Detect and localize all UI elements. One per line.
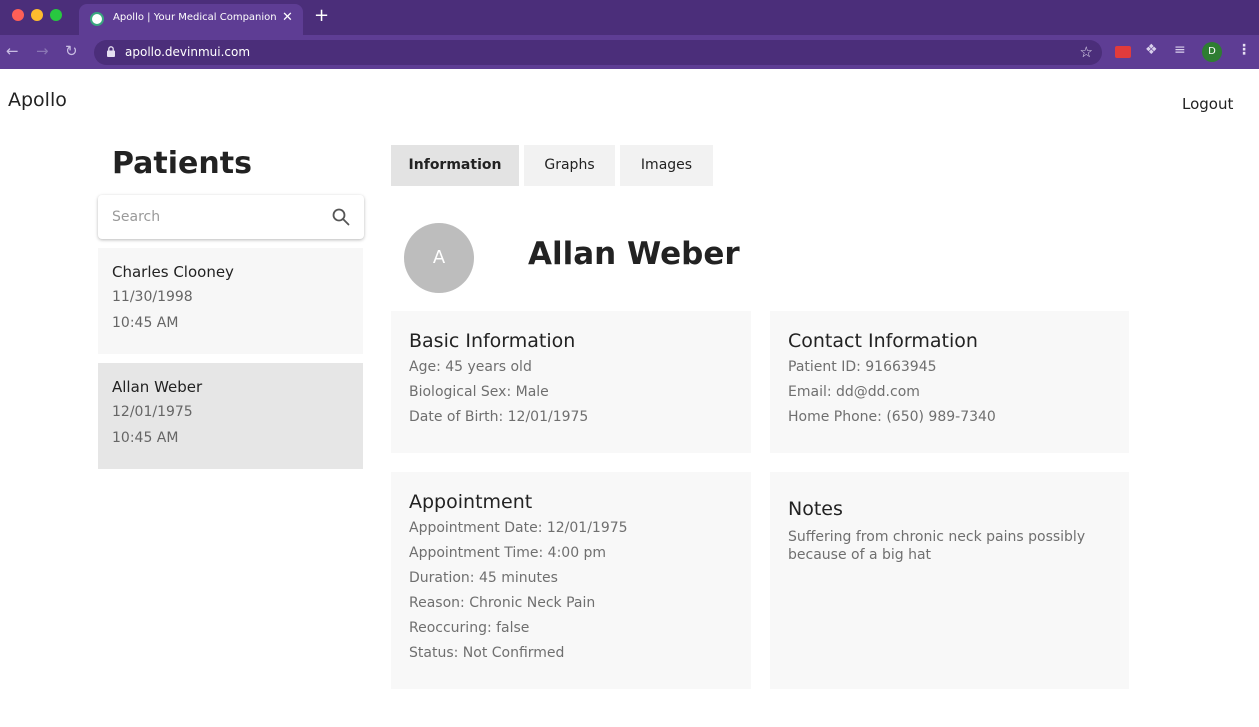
app-brand[interactable]: Apollo (8, 89, 67, 111)
search-icon[interactable] (331, 207, 351, 227)
panel-title: Appointment (409, 491, 533, 513)
tab-graphs[interactable]: Graphs (524, 145, 615, 186)
patient-name-heading: Allan Weber (528, 236, 740, 272)
basic-info-age: Age: 45 years old (409, 359, 532, 375)
appointment-reason: Reason: Chronic Neck Pain (409, 595, 596, 611)
lock-icon (107, 46, 115, 57)
close-tab-icon[interactable]: ✕ (282, 10, 293, 25)
media-control-icon[interactable]: ≡ (1174, 42, 1186, 58)
panel-title: Contact Information (788, 330, 978, 352)
panel-title: Basic Information (409, 330, 576, 352)
maximize-window-button[interactable] (50, 9, 62, 21)
browser-tab-title: Apollo | Your Medical Companion (113, 12, 277, 23)
patient-avatar: A (404, 223, 474, 293)
patient-item-date: 12/01/1975 (112, 404, 193, 420)
favicon-icon (90, 12, 104, 26)
close-window-button[interactable] (12, 9, 24, 21)
notes-panel: Notes Suffering from chronic neck pains … (770, 472, 1129, 689)
patient-list-item[interactable]: Charles Clooney 11/30/1998 10:45 AM (98, 248, 363, 354)
tab-information[interactable]: Information (391, 145, 519, 186)
new-tab-button[interactable]: + (314, 5, 329, 26)
search-box (98, 195, 364, 239)
appointment-panel: Appointment Appointment Date: 12/01/1975… (391, 472, 751, 689)
forward-arrow-icon[interactable]: → (36, 42, 49, 60)
appointment-time: Appointment Time: 4:00 pm (409, 545, 607, 561)
patient-item-date: 11/30/1998 (112, 289, 193, 305)
browser-tab-bar: Apollo | Your Medical Companion ✕ + (0, 0, 1259, 35)
appointment-status: Status: Not Confirmed (409, 645, 565, 661)
browser-tab[interactable]: Apollo | Your Medical Companion ✕ (79, 4, 303, 35)
contact-patient-id: Patient ID: 91663945 (788, 359, 937, 375)
patient-item-time: 10:45 AM (112, 315, 179, 331)
profile-avatar[interactable]: D (1202, 42, 1222, 62)
contact-email: Email: dd@dd.com (788, 384, 920, 400)
patient-item-time: 10:45 AM (112, 430, 179, 446)
contact-home-phone: Home Phone: (650) 989-7340 (788, 409, 996, 425)
address-bar[interactable]: apollo.devinmui.com ☆ (94, 40, 1102, 65)
logout-button[interactable]: Logout (1182, 95, 1233, 113)
basic-information-panel: Basic Information Age: 45 years old Biol… (391, 311, 751, 453)
patient-list-item-selected[interactable]: Allan Weber 12/01/1975 10:45 AM (98, 363, 363, 469)
extensions-puzzle-icon[interactable]: ❖ (1145, 42, 1158, 58)
panel-title: Notes (788, 498, 843, 520)
patient-item-name: Charles Clooney (112, 263, 234, 281)
url-text: apollo.devinmui.com (125, 45, 251, 59)
basic-info-dob: Date of Birth: 12/01/1975 (409, 409, 589, 425)
basic-info-sex: Biological Sex: Male (409, 384, 549, 400)
minimize-window-button[interactable] (31, 9, 43, 21)
extension-icon[interactable] (1115, 46, 1131, 58)
notes-text: Suffering from chronic neck pains possib… (788, 529, 1086, 563)
appointment-duration: Duration: 45 minutes (409, 570, 558, 586)
contact-information-panel: Contact Information Patient ID: 91663945… (770, 311, 1129, 453)
search-input[interactable] (112, 206, 312, 228)
appointment-reoccuring: Reoccuring: false (409, 620, 530, 636)
browser-menu-icon[interactable]: ⋮ (1237, 42, 1251, 58)
patients-heading: Patients (112, 146, 252, 181)
bookmark-star-icon[interactable]: ☆ (1080, 43, 1093, 61)
browser-toolbar: ← → ↻ apollo.devinmui.com ☆ ❖ ≡ D ⋮ (0, 35, 1259, 69)
appointment-date: Appointment Date: 12/01/1975 (409, 520, 628, 536)
reload-icon[interactable]: ↻ (65, 42, 78, 60)
tab-images[interactable]: Images (620, 145, 713, 186)
patient-item-name: Allan Weber (112, 378, 203, 396)
back-arrow-icon[interactable]: ← (6, 42, 19, 60)
